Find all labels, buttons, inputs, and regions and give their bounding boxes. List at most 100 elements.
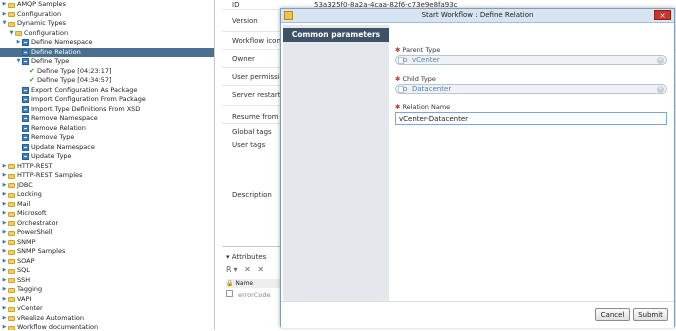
folder-icon (8, 325, 15, 330)
tree-item[interactable]: ▶ Workflow documentation (0, 323, 214, 330)
clear-icon[interactable]: ✕ (657, 86, 664, 93)
chevron-right-icon[interactable]: ▶ (1, 219, 8, 229)
workflow-icon (22, 86, 29, 94)
folder-icon (8, 202, 15, 207)
chevron-right-icon[interactable]: ▶ (1, 162, 8, 172)
chevron-right-icon[interactable]: ▶ (1, 238, 8, 248)
tree-item[interactable]: ▶ JDBC (0, 181, 214, 191)
relation-name-label-text: Relation Name (402, 103, 451, 111)
tree-item[interactable]: Remove Relation (0, 124, 214, 134)
tree-item-label: Import Configuration From Package (31, 95, 146, 103)
chevron-right-icon[interactable]: ▶ (1, 10, 8, 20)
chevron-right-icon[interactable]: ▶ (1, 190, 8, 200)
tree-item-label: SNMP Samples (17, 247, 66, 255)
checkbox-icon[interactable] (226, 290, 233, 297)
check-icon: ✔ (29, 76, 35, 84)
chevron-right-icon[interactable]: ▶ (1, 266, 8, 276)
workflow-icon (22, 134, 29, 142)
chevron-right-icon[interactable]: ▶ (1, 0, 8, 10)
tree-item[interactable]: ▶ Mail (0, 200, 214, 210)
tree-item[interactable]: ▶ Microsoft (0, 209, 214, 219)
tree-item[interactable]: Import Configuration From Package (0, 95, 214, 105)
folder-icon (8, 259, 15, 264)
tree-item[interactable]: ▶ AMQP Samples (0, 0, 214, 10)
chevron-right-icon[interactable]: ▶ (1, 200, 8, 210)
name-column-label: Name (235, 280, 254, 287)
tree-item-label: Configuration (24, 28, 69, 37)
tree-item[interactable]: ▶ vCenter (0, 304, 214, 314)
tree-item[interactable]: ▶ SSH (0, 276, 214, 286)
chevron-right-icon[interactable]: ▶ (1, 314, 8, 324)
cancel-button[interactable]: Cancel (595, 308, 630, 321)
tree-item[interactable]: ▶ Configuration (0, 10, 214, 20)
chevron-right-icon[interactable]: ▶ (1, 304, 8, 314)
chevron-right-icon[interactable]: ▶ (15, 38, 22, 48)
tree-item[interactable]: Import Type Definitions From XSD (0, 105, 214, 115)
attributes-toolbar[interactable]: R▾ ✕ ✕ (226, 265, 266, 274)
tree-item[interactable]: ▶ Define Namespace (0, 38, 214, 48)
tree-item-label: HTTP-REST Samples (17, 171, 83, 179)
tree-item[interactable]: ▶ SQL (0, 266, 214, 276)
chevron-right-icon[interactable]: ▶ (1, 228, 8, 238)
chevron-right-icon[interactable]: ▶ (1, 209, 8, 219)
tree-item[interactable]: Remove Type (0, 133, 214, 143)
tree-item[interactable]: ▼ Define Type (0, 57, 214, 67)
chevron-right-icon[interactable]: ▶ (1, 257, 8, 267)
global-tags-label: Global tags (232, 128, 272, 136)
tree-item[interactable]: ▶ SOAP (0, 257, 214, 267)
required-icon: ✱ (395, 75, 401, 83)
nav-item-common-parameters[interactable]: Common parameters (283, 28, 389, 42)
tree-item-label: vRealize Automation (17, 313, 84, 322)
folder-icon (8, 240, 15, 245)
tree-item-label: VAPI (17, 294, 32, 303)
tree-item[interactable]: ✔ Define Type [04:23:17] (0, 67, 214, 77)
attribute-name: errorCode (238, 291, 271, 299)
workflow-icon (22, 39, 29, 47)
chevron-right-icon[interactable]: ▶ (1, 285, 8, 295)
folder-icon (8, 211, 15, 217)
tree-item[interactable]: ▶ Orchestrator (0, 219, 214, 229)
tree-item-label: Dynamic Types (17, 19, 67, 27)
chevron-down-icon[interactable]: ▼ (15, 57, 22, 67)
tree-item[interactable]: ▼ Dynamic Types (0, 19, 214, 29)
chevron-right-icon[interactable]: ▶ (1, 247, 8, 257)
chevron-right-icon[interactable]: ▶ (1, 171, 8, 181)
tree-item[interactable]: ▶ Locking (0, 190, 214, 200)
tree-item[interactable]: ▶ HTTP-REST Samples (0, 171, 214, 181)
attributes-column-header[interactable]: 🔒 Name (226, 279, 282, 288)
tree-item[interactable]: ▶ SNMP (0, 238, 214, 248)
relation-name-input[interactable] (395, 112, 667, 125)
tree-item[interactable]: ▶ SNMP Samples (0, 247, 214, 257)
tree-item[interactable]: ▼ Configuration (0, 28, 214, 39)
chevron-right-icon[interactable]: ▶ (1, 295, 8, 305)
chevron-down-icon[interactable]: ▼ (8, 29, 15, 39)
tree-item[interactable]: Update Type (0, 152, 214, 162)
folder-icon (8, 230, 15, 236)
attribute-row[interactable]: errorCode (226, 290, 270, 299)
dialog-title-bar[interactable]: Start Workflow : Define Relation ✕ (281, 9, 674, 23)
tree-item[interactable]: ▶ HTTP-REST (0, 162, 214, 172)
folder-icon (8, 221, 15, 226)
close-button[interactable]: ✕ (654, 10, 671, 20)
tree-item[interactable]: Export Configuration As Package (0, 86, 214, 96)
tree-item[interactable]: ▶ VAPI (0, 294, 214, 305)
clear-icon[interactable]: ✕ (657, 57, 664, 64)
chevron-down-icon[interactable]: ▼ (1, 19, 8, 29)
tree-item-label: PowerShell (17, 228, 53, 236)
dialog-footer: Cancel Submit (281, 301, 674, 328)
parent-type-field[interactable]: vCenter ✕ (395, 55, 667, 65)
chevron-right-icon[interactable]: ▶ (1, 181, 8, 191)
tree-item[interactable]: ▶ Tagging (0, 285, 214, 295)
chevron-right-icon[interactable]: ▶ (1, 323, 8, 330)
chevron-right-icon[interactable]: ▶ (1, 276, 8, 286)
child-type-label-text: Child Type (402, 75, 436, 83)
tree-item[interactable]: Remove Namespace (0, 114, 214, 124)
submit-button[interactable]: Submit (633, 308, 668, 321)
child-type-field[interactable]: Datacenter ✕ (395, 84, 667, 94)
tree-item[interactable]: Define Relation (0, 47, 214, 57)
tree-item[interactable]: ▶ PowerShell (0, 228, 214, 238)
tree-item[interactable]: ✔ Define Type [04:34:57] (0, 76, 214, 86)
attributes-title[interactable]: ▾ Attributes (226, 253, 266, 261)
tree-item[interactable]: Update Namespace (0, 143, 214, 153)
tree-item[interactable]: ▶ vRealize Automation (0, 313, 214, 324)
